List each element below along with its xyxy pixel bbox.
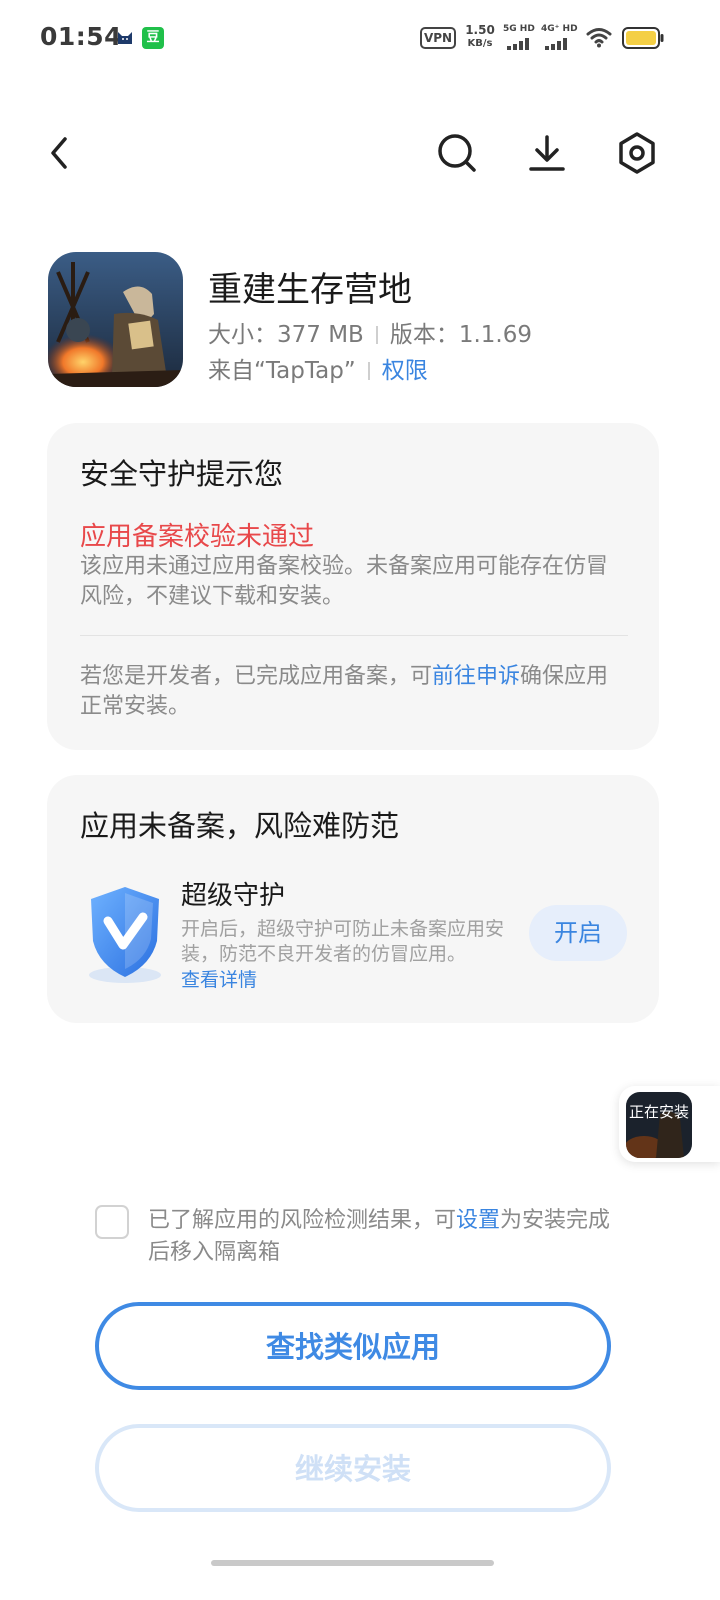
- app-icon: [48, 252, 183, 387]
- hexagon-gear-icon: [619, 132, 655, 174]
- app-version: 版本：1.1.69: [389, 322, 532, 348]
- developer-appeal-text: 若您是开发者，已完成应用备案，可前往申诉确保应用正常安装。: [80, 662, 628, 722]
- download-manager-button[interactable]: [519, 125, 575, 181]
- quarantine-settings-link[interactable]: 设置: [456, 1208, 500, 1233]
- app-size-version: 大小：377 MB 版本：1.1.69: [208, 315, 532, 349]
- enable-protection-button[interactable]: 开启: [529, 905, 627, 961]
- settings-button[interactable]: [609, 125, 665, 181]
- view-details-link[interactable]: 查看详情: [181, 968, 257, 993]
- home-indicator[interactable]: [211, 1560, 494, 1566]
- signal-bars-icon: [545, 38, 567, 50]
- shield-v-icon: [89, 887, 161, 983]
- download-icon: [529, 135, 565, 171]
- find-similar-apps-button[interactable]: 查找类似应用: [95, 1302, 611, 1390]
- signal-bars-icon: [507, 38, 529, 50]
- permissions-link[interactable]: 权限: [382, 358, 428, 384]
- card-divider: [80, 635, 628, 636]
- risk-acknowledge-text: 已了解应用的风险检测结果，可设置为安装完成后移入隔离箱: [148, 1205, 618, 1269]
- sim1-signal: 5G HD: [503, 24, 537, 50]
- installing-floating-widget[interactable]: 正在安装: [619, 1086, 720, 1162]
- app-source: 来自“TapTap”: [208, 358, 356, 384]
- sim1-network-label: 5G HD: [503, 24, 535, 34]
- cat-notification-icon: [118, 32, 132, 44]
- vpn-indicator: VPN: [420, 27, 456, 49]
- battery-icon: [622, 27, 664, 49]
- search-icon: [438, 134, 476, 172]
- appeal-prefix: 若您是开发者，已完成应用备案，可: [80, 664, 433, 689]
- sim2-network-label: 4G⁺ HD: [541, 24, 578, 34]
- wifi-icon: [586, 28, 612, 48]
- douban-notification-icon: 豆: [142, 27, 164, 49]
- back-button[interactable]: [32, 125, 88, 181]
- appeal-link[interactable]: 前往申诉: [432, 664, 520, 689]
- consent-prefix: 已了解应用的风险检测结果，可: [148, 1208, 457, 1233]
- network-speed: 1.50 KB/s: [463, 24, 497, 50]
- protection-card-title: 应用未备案，风险难防范: [80, 809, 400, 843]
- filing-check-failed-title: 应用备案校验未通过: [80, 522, 315, 552]
- continue-install-button[interactable]: 继续安装: [95, 1424, 611, 1512]
- risk-acknowledge-checkbox[interactable]: [95, 1205, 129, 1239]
- meta-divider: [375, 326, 378, 344]
- filing-check-failed-desc: 该应用未通过应用备案校验。未备案应用可能存在仿冒风险，不建议下载和安装。: [80, 554, 609, 609]
- app-name: 重建生存营地: [208, 270, 412, 310]
- app-size: 大小：377 MB: [208, 322, 364, 348]
- installing-label: 正在安装: [628, 1103, 689, 1121]
- sim2-signal: 4G⁺ HD: [541, 24, 578, 50]
- app-source-row: 来自“TapTap” 权限: [208, 351, 428, 385]
- security-warning-card: 安全守护提示您 应用备案校验未通过 该应用未通过应用备案校验。未备案应用可能存在…: [47, 423, 659, 750]
- network-speed-unit: KB/s: [467, 38, 493, 49]
- chevron-left-icon: [51, 137, 67, 169]
- super-protection-card: 应用未备案，风险难防范 超级守护 开启后，超级守护可防止未备案应用安装，防范不良…: [47, 775, 659, 1023]
- super-protection-title: 超级守护: [181, 881, 286, 911]
- network-speed-value: 1.50: [465, 23, 495, 37]
- super-protection-desc: 开启后，超级守护可防止未备案应用安装，防范不良开发者的仿冒应用。: [181, 918, 505, 965]
- meta-divider: [367, 362, 370, 380]
- security-card-title: 安全守护提示您: [80, 457, 284, 491]
- status-time: 01:54: [40, 22, 123, 51]
- status-bar: 01:54 豆 VPN 1.50 KB/s 5G HD 4G⁺ HD: [0, 0, 720, 76]
- search-button[interactable]: [429, 125, 485, 181]
